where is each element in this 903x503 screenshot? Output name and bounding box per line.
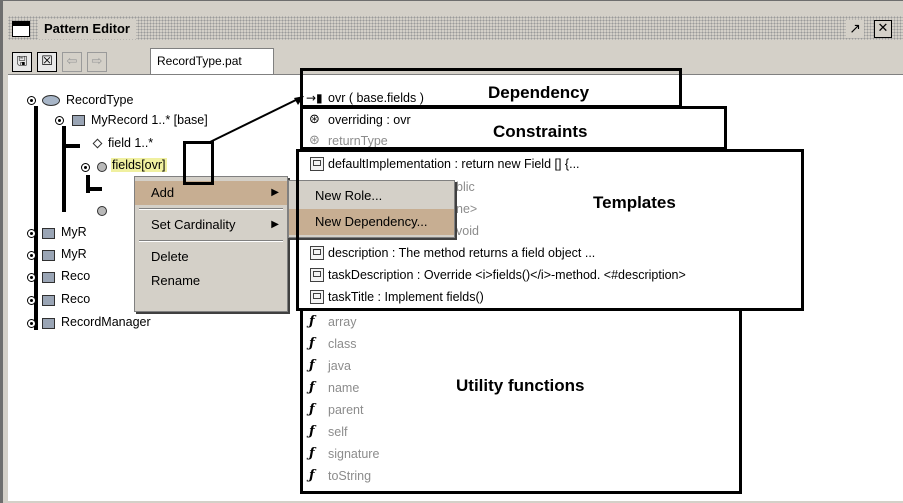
annotation-constraints: Constraints bbox=[490, 122, 591, 142]
template-row[interactable]: taskDescription : Override <i>fields()</… bbox=[328, 265, 686, 286]
expand-toggle[interactable] bbox=[27, 273, 36, 282]
constraint-row[interactable]: returnType bbox=[328, 131, 388, 152]
expand-toggle[interactable] bbox=[27, 319, 36, 328]
template-row[interactable]: ne> bbox=[456, 199, 477, 220]
role-icon bbox=[72, 115, 85, 126]
submenu-arrow-icon: ▶ bbox=[271, 187, 279, 198]
menu-separator bbox=[139, 240, 283, 242]
template-row[interactable]: defaultImplementation : return new Field… bbox=[328, 154, 580, 175]
function-row[interactable]: self bbox=[328, 422, 347, 443]
function-row[interactable]: array bbox=[328, 312, 356, 333]
menu-item-new-role[interactable]: New Role... bbox=[289, 183, 454, 209]
function-icon: ƒ bbox=[309, 424, 315, 439]
tree-item[interactable]: RecordManager bbox=[61, 315, 151, 329]
save-icon[interactable]: 🖫 bbox=[12, 52, 32, 72]
function-icon: ƒ bbox=[309, 446, 315, 461]
tree-connector bbox=[62, 144, 80, 148]
expand-toggle[interactable] bbox=[27, 96, 36, 105]
expand-toggle[interactable] bbox=[55, 116, 64, 125]
dependency-icon: →▮ bbox=[306, 91, 323, 105]
method-icon bbox=[97, 206, 107, 216]
role-icon bbox=[42, 295, 55, 306]
function-icon: ƒ bbox=[309, 314, 315, 329]
tree-item[interactable]: field 1..* bbox=[108, 136, 153, 150]
template-icon bbox=[310, 290, 324, 304]
back-arrow-icon[interactable]: ⇦ bbox=[62, 52, 82, 72]
tree-item-tag: [ovr] bbox=[141, 158, 166, 172]
pattern-icon bbox=[42, 95, 60, 106]
role-icon bbox=[42, 228, 55, 239]
menu-separator bbox=[139, 208, 283, 210]
context-menu: Add ▶ Set Cardinality ▶ Delete Rename bbox=[134, 176, 288, 312]
function-icon: ƒ bbox=[309, 402, 315, 417]
expand-toggle[interactable] bbox=[27, 229, 36, 238]
tree-item[interactable]: Reco bbox=[61, 269, 90, 283]
role-icon bbox=[42, 272, 55, 283]
template-icon bbox=[310, 157, 324, 171]
function-row[interactable]: name bbox=[328, 378, 359, 399]
menu-item-set-cardinality[interactable]: Set Cardinality ▶ bbox=[135, 213, 287, 237]
menu-item-rename[interactable]: Rename bbox=[135, 269, 287, 293]
close-icon[interactable]: ☒ bbox=[37, 52, 57, 72]
expand-toggle[interactable] bbox=[27, 251, 36, 260]
window-title: Pattern Editor bbox=[38, 19, 136, 39]
dependency-row[interactable]: ovr ( base.fields ) bbox=[328, 88, 424, 109]
template-row[interactable]: void bbox=[456, 221, 479, 242]
template-row[interactable]: blic bbox=[456, 177, 475, 198]
menu-item-label: Set Cardinality bbox=[151, 217, 236, 232]
menu-item-new-dependency[interactable]: New Dependency... bbox=[289, 209, 454, 235]
function-row[interactable]: class bbox=[328, 334, 356, 355]
annotation-arrow bbox=[207, 96, 304, 144]
method-icon bbox=[97, 162, 107, 172]
undock-icon[interactable]: ↗ bbox=[846, 20, 864, 38]
role-icon bbox=[42, 250, 55, 261]
menu-item-label: Delete bbox=[151, 249, 189, 264]
constraint-row[interactable]: overriding : ovr bbox=[328, 110, 411, 131]
forward-arrow-icon[interactable]: ⇨ bbox=[87, 52, 107, 72]
add-submenu: New Role... New Dependency... bbox=[288, 180, 455, 238]
annotation-templates: Templates bbox=[590, 193, 679, 213]
tree-connector bbox=[86, 187, 102, 191]
function-icon: ƒ bbox=[309, 358, 315, 373]
tree-item[interactable]: MyRecord 1..* [base] bbox=[91, 113, 208, 127]
title-bar[interactable] bbox=[8, 16, 903, 40]
tree-item[interactable]: MyR bbox=[61, 225, 87, 239]
template-row[interactable]: taskTitle : Implement fields() bbox=[328, 287, 484, 308]
function-row[interactable]: signature bbox=[328, 444, 379, 465]
function-row[interactable]: toString bbox=[328, 466, 371, 487]
expand-toggle[interactable] bbox=[27, 296, 36, 305]
menu-item-label: Rename bbox=[151, 273, 201, 288]
file-tab[interactable]: RecordType.pat bbox=[150, 48, 274, 74]
constraint-icon: ⊛ bbox=[309, 112, 320, 127]
tree-item[interactable]: MyR bbox=[61, 247, 87, 261]
toolbar bbox=[8, 44, 903, 74]
menu-item-label: Add bbox=[151, 185, 175, 200]
tree-connector bbox=[62, 126, 66, 212]
template-icon bbox=[310, 268, 324, 282]
function-icon: ƒ bbox=[309, 336, 315, 351]
annotation-utility-functions: Utility functions bbox=[456, 376, 585, 395]
expand-toggle[interactable] bbox=[81, 163, 90, 172]
menu-item-delete[interactable]: Delete bbox=[135, 245, 287, 269]
tree-item[interactable]: Reco bbox=[61, 292, 90, 306]
window-icon bbox=[12, 21, 30, 37]
tree-item-selected[interactable]: fields[ovr] bbox=[111, 158, 167, 172]
function-icon: ƒ bbox=[309, 468, 315, 483]
tree-item-label: fields bbox=[112, 158, 142, 172]
template-row[interactable]: description : The method returns a field… bbox=[328, 243, 595, 264]
role-icon bbox=[42, 318, 55, 329]
submenu-arrow-icon: ▶ bbox=[271, 219, 279, 230]
close-icon[interactable]: ✕ bbox=[874, 20, 892, 38]
function-row[interactable]: java bbox=[328, 356, 351, 377]
template-icon bbox=[310, 246, 324, 260]
menu-item-add[interactable]: Add ▶ bbox=[135, 181, 287, 205]
function-row[interactable]: parent bbox=[328, 400, 363, 421]
annotation-dependency: Dependency bbox=[488, 83, 590, 102]
function-icon: ƒ bbox=[309, 380, 315, 395]
constraint-icon: ⊛ bbox=[309, 133, 320, 148]
tree-root[interactable]: RecordType bbox=[66, 93, 133, 107]
